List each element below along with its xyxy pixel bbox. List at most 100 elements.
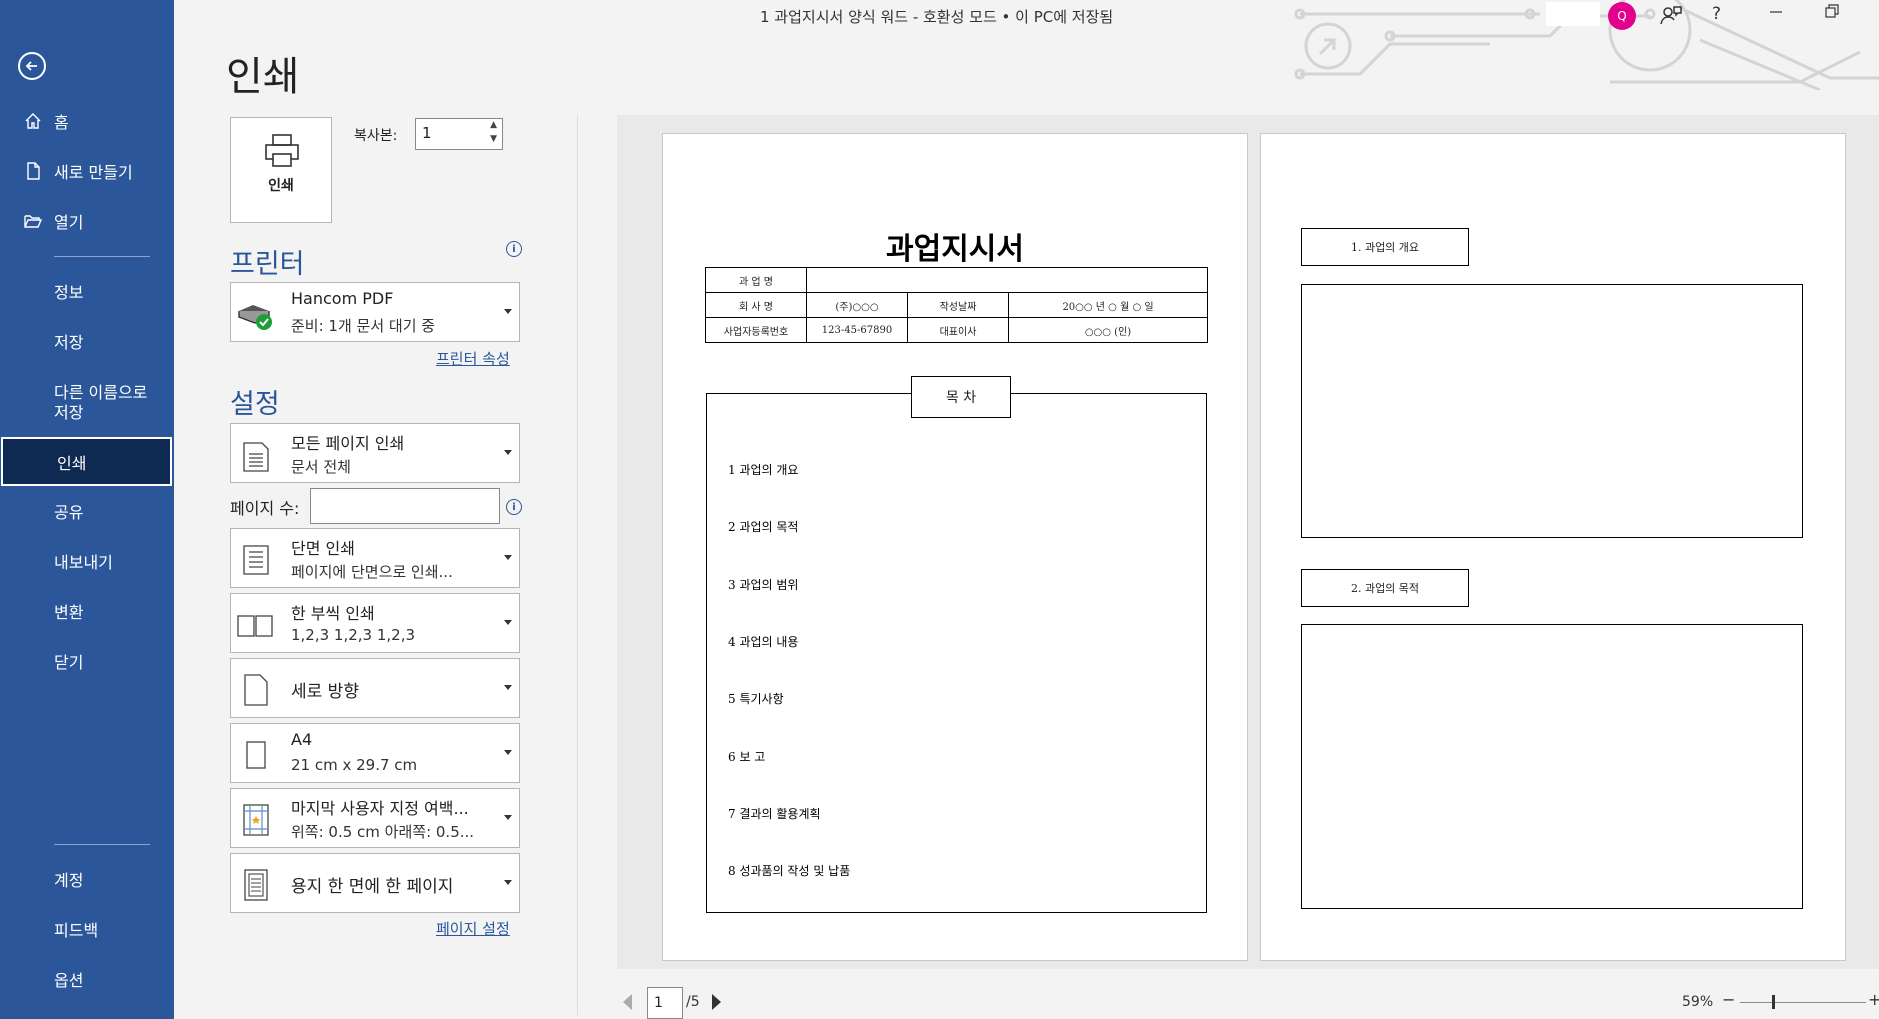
margins-select[interactable]: 마지막 사용자 지정 여백... 위쪽: 0.5 cm 아래쪽: 0.5... <box>230 788 520 848</box>
paper-size-desc: 21 cm x 29.7 cm <box>291 756 418 774</box>
collate-desc: 1,2,3 1,2,3 1,2,3 <box>291 626 416 644</box>
zoom-in-icon[interactable]: + <box>1868 990 1879 1009</box>
sidebar-item-label: 저장 <box>54 333 84 352</box>
sidebar-item-info[interactable]: 정보 <box>0 268 174 314</box>
sidebar-item-label: 변환 <box>54 603 84 622</box>
sidebar-item-new[interactable]: 새로 만들기 <box>0 148 174 194</box>
sidebar-item-label: 새로 만들기 <box>54 163 133 182</box>
margins-value: 마지막 사용자 지정 여백... <box>291 799 469 818</box>
pages-input[interactable] <box>310 488 500 524</box>
sidebar-item-account[interactable]: 계정 <box>0 856 174 902</box>
chevron-down-icon <box>504 815 512 820</box>
panel-divider <box>577 115 578 1015</box>
toc-item: 2 과업의 목적 <box>728 520 799 534</box>
sidebar-item-close[interactable]: 닫기 <box>0 638 174 684</box>
sidebar-divider <box>54 256 150 257</box>
restore-icon[interactable] <box>1824 2 1840 25</box>
toc-item: 1 과업의 개요 <box>728 463 799 477</box>
zoom-out-icon[interactable]: − <box>1722 990 1735 1009</box>
sidebar-item-save[interactable]: 저장 <box>0 318 174 364</box>
paper-size-icon <box>246 741 266 769</box>
orientation-select[interactable]: 세로 방향 <box>230 658 520 718</box>
printer-status: 준비: 1개 문서 대기 중 <box>291 317 436 335</box>
user-avatar[interactable]: Q <box>1608 2 1636 30</box>
zoom-slider-thumb[interactable] <box>1772 995 1775 1009</box>
printer-status-icon <box>238 305 272 330</box>
previous-page-icon[interactable] <box>623 994 632 1010</box>
toc-label: 목 차 <box>911 376 1011 418</box>
next-page-icon[interactable] <box>712 994 721 1010</box>
printer-select[interactable]: Hancom PDF 준비: 1개 문서 대기 중 <box>230 282 520 342</box>
toc-item: 7 결과의 활용계획 <box>728 807 821 821</box>
page-setup-link[interactable]: 페이지 설정 <box>436 918 510 939</box>
pages-per-sheet-value: 용지 한 면에 한 페이지 <box>291 877 454 897</box>
sidebar-item-label: 홈 <box>54 113 69 132</box>
home-icon <box>25 113 41 129</box>
sidebar-item-share[interactable]: 공유 <box>0 488 174 534</box>
chevron-down-icon <box>504 685 512 690</box>
sidebar-item-label: 계정 <box>54 871 84 890</box>
section-heading-box: 1. 과업의 개요 <box>1301 228 1469 266</box>
sides-select[interactable]: 단면 인쇄 페이지에 단면으로 인쇄... <box>230 528 520 588</box>
sidebar-item-home[interactable]: 홈 <box>0 98 174 144</box>
table-cell: 20○○ 년 ○ 월 ○ 일 <box>1008 292 1208 318</box>
print-range-value: 모든 페이지 인쇄 <box>291 434 405 453</box>
table-cell: ○○○ (인) <box>1008 317 1208 343</box>
new-document-icon <box>27 162 40 180</box>
print-button[interactable]: 인쇄 <box>230 117 332 223</box>
table-row: 과 업 명 <box>705 267 1208 293</box>
info-icon[interactable]: i <box>506 241 522 257</box>
toc-item: 3 과업의 범위 <box>728 578 799 592</box>
printer-icon <box>265 134 299 167</box>
pages-per-sheet-select[interactable]: 용지 한 면에 한 페이지 <box>230 853 520 913</box>
paper-size-select[interactable]: A4 21 cm x 29.7 cm <box>230 723 520 783</box>
preview-page-1: 과업지시서 과 업 명 회 사 명 (주)○○○ 작성날짜 20○○ 년 ○ 월… <box>662 133 1248 961</box>
coauthor-icon[interactable] <box>1660 4 1682 31</box>
folder-open-icon <box>24 215 42 228</box>
chevron-down-icon <box>504 750 512 755</box>
printer-properties-link[interactable]: 프린터 속성 <box>436 348 510 369</box>
sidebar-item-print[interactable]: 인쇄 <box>1 437 172 486</box>
one-sided-icon <box>243 545 269 575</box>
print-button-label: 인쇄 <box>268 178 294 194</box>
section-heading-box: 2. 과업의 목적 <box>1301 569 1469 607</box>
chevron-down-icon[interactable]: ▼ <box>490 134 497 144</box>
sidebar-item-label: 열기 <box>54 213 84 232</box>
zoom-slider[interactable] <box>1740 1002 1866 1003</box>
help-icon[interactable]: ? <box>1712 4 1721 24</box>
sidebar-item-open[interactable]: 열기 <box>0 198 174 244</box>
sidebar-item-save-as[interactable]: 다른 이름으로 저장 <box>0 378 174 428</box>
back-arrow-icon[interactable] <box>18 52 46 80</box>
copies-input[interactable]: 1 ▲ ▼ <box>415 118 503 150</box>
printer-heading: 프린터 <box>230 249 305 280</box>
document-title: 과업지시서 <box>886 232 1024 267</box>
print-range-select[interactable]: 모든 페이지 인쇄 문서 전체 <box>230 423 520 483</box>
sidebar-item-transform[interactable]: 변환 <box>0 588 174 634</box>
margins-desc: 위쪽: 0.5 cm 아래쪽: 0.5... <box>291 823 475 841</box>
sides-desc: 페이지에 단면으로 인쇄... <box>291 563 453 581</box>
collate-value: 한 부씩 인쇄 <box>291 604 375 623</box>
sidebar-item-feedback[interactable]: 피드백 <box>0 906 174 952</box>
table-cell: 과 업 명 <box>705 267 807 293</box>
chevron-down-icon <box>504 620 512 625</box>
table-cell: (주)○○○ <box>806 292 908 318</box>
sidebar-item-label: 닫기 <box>54 653 84 672</box>
chevron-down-icon <box>504 309 512 314</box>
minimize-icon[interactable] <box>1768 0 1784 27</box>
page-total: /5 <box>686 994 700 1010</box>
chevron-down-icon <box>504 880 512 885</box>
preview-page-2: 1. 과업의 개요 2. 과업의 목적 <box>1260 133 1846 961</box>
toc-item: 5 특기사항 <box>728 692 784 706</box>
print-range-desc: 문서 전체 <box>291 458 351 476</box>
account-name-area[interactable] <box>1546 2 1600 26</box>
sidebar-item-export[interactable]: 내보내기 <box>0 538 174 584</box>
sidebar-item-label: 다른 이름으로 <box>54 383 148 402</box>
settings-heading: 설정 <box>230 389 280 420</box>
collate-select[interactable]: 한 부씩 인쇄 1,2,3 1,2,3 1,2,3 <box>230 593 520 653</box>
page-number-input[interactable]: 1 <box>647 987 683 1019</box>
sidebar-item-options[interactable]: 옵션 <box>0 956 174 1002</box>
chevron-up-icon[interactable]: ▲ <box>490 120 497 130</box>
zoom-level[interactable]: 59% <box>1682 994 1713 1010</box>
info-icon[interactable]: i <box>506 499 522 515</box>
copies-value: 1 <box>422 124 432 142</box>
